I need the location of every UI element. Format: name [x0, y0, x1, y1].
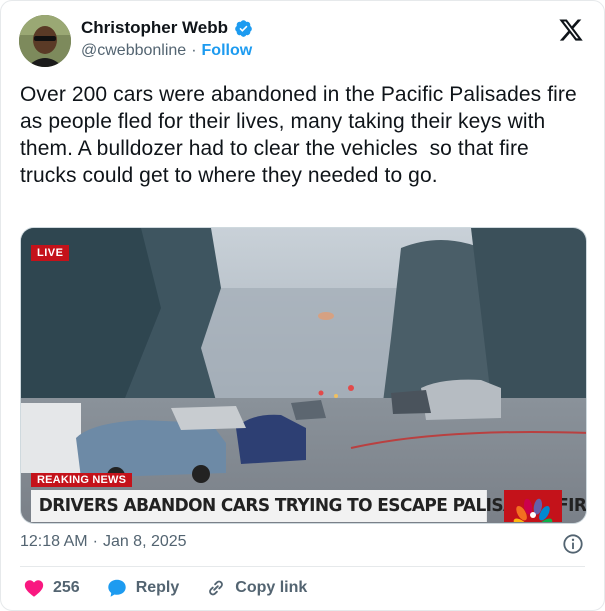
- author-name[interactable]: Christopher Webb: [81, 18, 228, 38]
- separator-dot: ·: [191, 42, 197, 59]
- like-button[interactable]: 256: [23, 577, 80, 599]
- like-count: 256: [53, 579, 80, 596]
- breaking-news-label: REAKING NEWS: [31, 473, 133, 487]
- tweet-timestamp[interactable]: 12:18 AM · Jan 8, 2025: [20, 533, 187, 551]
- reply-button[interactable]: Reply: [106, 577, 180, 599]
- author-handle[interactable]: @cwebbonline: [81, 42, 186, 60]
- action-bar: 256 Reply Copy link: [23, 577, 333, 599]
- heart-icon: [24, 580, 44, 597]
- verified-badge-icon: [235, 19, 252, 37]
- separator-dot: ·: [92, 533, 98, 550]
- tweet-text: Over 200 cars were abandoned in the Paci…: [20, 83, 583, 187]
- tweet-card: Christopher Webb @cwebbonline · Follow O…: [0, 0, 605, 611]
- news-chyron: DRIVERS ABANDON CARS TRYING TO ESCAPE PA…: [31, 490, 586, 522]
- tweet-media-image[interactable]: LIVE REAKING NEWS DRIVERS ABANDON CARS T…: [20, 227, 587, 524]
- x-logo-icon[interactable]: [558, 17, 584, 43]
- avatar[interactable]: [19, 15, 71, 67]
- author-name-row: Christopher Webb: [81, 18, 253, 38]
- divider: [20, 566, 585, 567]
- link-icon: [209, 580, 224, 596]
- author-handle-row: @cwebbonline · Follow: [81, 42, 252, 60]
- tweet-date: Jan 8, 2025: [102, 533, 187, 550]
- tweet-time: 12:18 AM: [20, 533, 88, 550]
- reply-label: Reply: [135, 579, 180, 596]
- reply-bubble-icon: [107, 579, 126, 597]
- live-badge: LIVE: [31, 245, 70, 261]
- info-icon[interactable]: [562, 533, 584, 555]
- nbc-peacock-icon: [504, 490, 562, 522]
- copy-link-button[interactable]: Copy link: [205, 577, 307, 599]
- copy-link-label: Copy link: [235, 579, 308, 596]
- follow-button[interactable]: Follow: [202, 42, 253, 60]
